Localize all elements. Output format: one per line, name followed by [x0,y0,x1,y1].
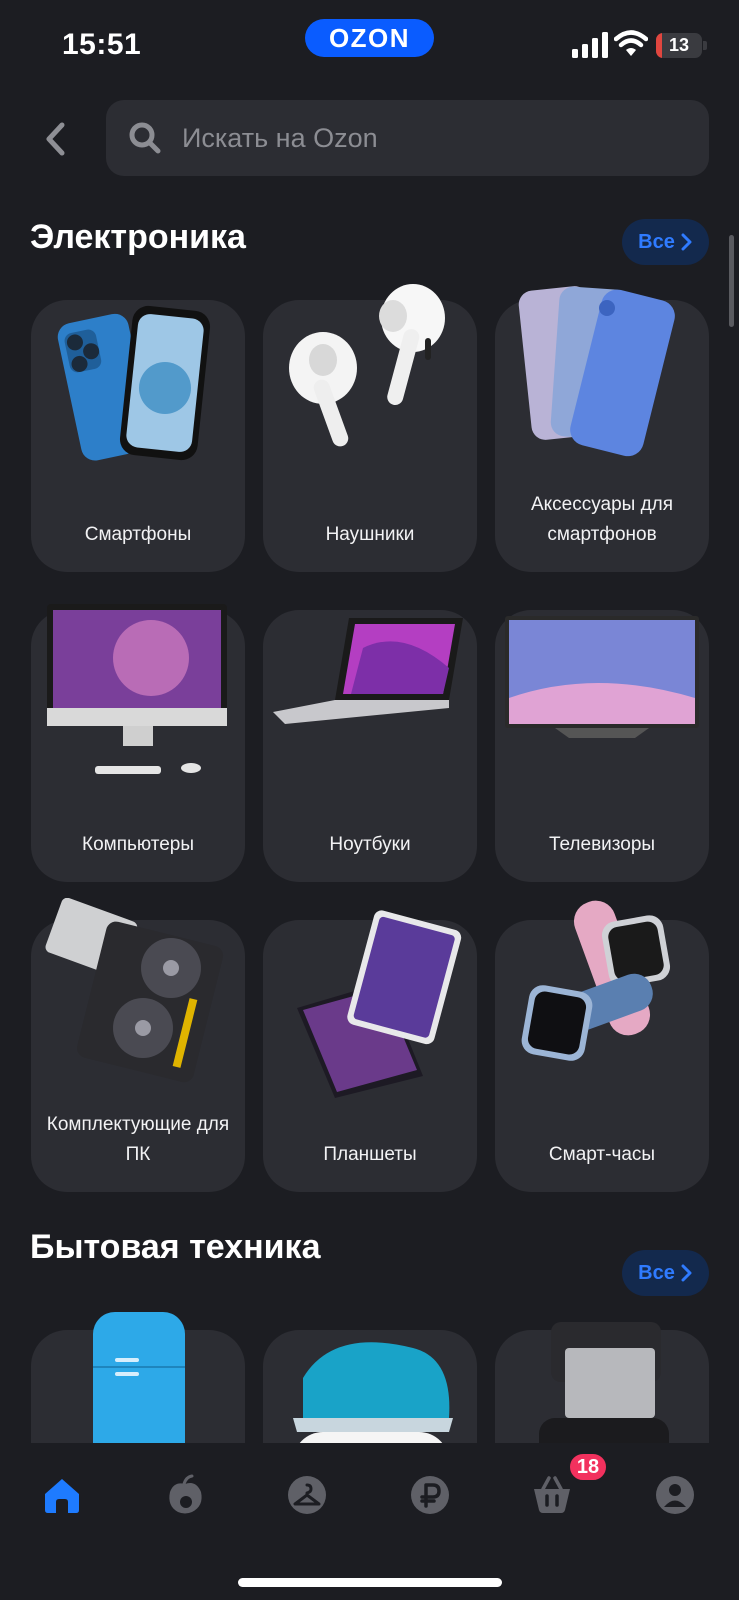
smartphones-image [57,305,211,461]
nav-finance[interactable] [406,1471,454,1519]
category-tile-smartwatches[interactable]: Смарт-часы [495,900,709,1192]
ozon-logo[interactable]: OZON [305,19,434,57]
fresh-icon [169,1474,202,1514]
category-tile-coffee-maker[interactable] [495,1322,709,1443]
battery-cap [703,41,707,50]
category-label: Наушники [325,524,415,545]
tablets-image [297,910,462,1098]
chevron-right-icon [681,1264,692,1282]
chevron-left-icon [46,122,65,156]
nav-home[interactable] [38,1471,86,1519]
nav-clothes[interactable] [283,1471,331,1519]
nav-profile[interactable] [651,1471,699,1519]
cellular-signal-icon [572,32,608,58]
category-label: Смарт-часы [548,1144,656,1165]
earbuds-image [289,284,445,447]
category-label: Ноутбуки [329,834,411,855]
section-title-electronics: Электроника [30,218,246,256]
ruble-icon [411,1476,449,1514]
category-tile-computers[interactable]: Компьютеры [31,604,245,882]
all-button-label: Все [638,1261,675,1284]
profile-icon [656,1476,694,1514]
section-title-appliances: Бытовая техника [30,1228,321,1266]
category-tile-pc-parts[interactable]: Комплектующие для ПК [31,898,245,1192]
clothes-hanger-icon [288,1476,326,1514]
battery-indicator: 13 [656,33,702,58]
search-input[interactable]: Искать на Ozon [106,100,709,176]
category-label: Телевизоры [548,834,656,855]
coffee-maker-image [539,1322,669,1443]
pc-parts-image [45,898,224,1083]
status-time: 15:51 [62,28,142,61]
search-icon [129,122,161,154]
home-icon [45,1479,79,1513]
category-tile-fridge[interactable] [31,1312,245,1443]
bottom-navigation: 18 [0,1443,739,1600]
electronics-all-button[interactable]: Все [622,219,709,265]
category-tile-iron[interactable] [263,1330,477,1443]
category-tile-tvs[interactable]: Телевизоры [495,610,709,882]
back-button[interactable] [34,114,76,164]
scrollbar[interactable] [729,235,734,327]
status-bar: 15:51 OZON 13 [0,0,739,88]
appliances-all-button[interactable]: Все [622,1250,709,1296]
category-tile-phone-accessories[interactable]: Аксессуары для смартфонов [495,286,709,572]
category-label: Компьютеры [82,834,194,855]
battery-level: 13 [668,35,690,55]
category-label: Смартфоны [84,524,192,545]
appliances-row [0,1300,739,1443]
cart-icon [534,1476,570,1513]
fridge-image [93,1312,185,1443]
iron-image [293,1342,453,1443]
desktop-computer-image [47,604,227,774]
home-indicator[interactable] [238,1578,502,1587]
chevron-right-icon [681,233,692,251]
smartwatch-image [521,900,671,1061]
tv-image [505,616,699,738]
nav-fresh[interactable] [161,1471,209,1519]
category-tile-earbuds[interactable]: Наушники [263,284,477,572]
search-placeholder: Искать на Ozon [182,122,378,153]
nav-cart[interactable] [528,1471,576,1519]
category-tile-laptops[interactable]: Ноутбуки [263,610,477,882]
category-label: Планшеты [323,1144,417,1165]
category-label: Аксессуары для смартфонов [530,494,674,545]
cart-count-badge: 18 [567,1451,609,1483]
category-label: Комплектующие для ПК [46,1114,230,1165]
category-tile-tablets[interactable]: Планшеты [263,910,477,1192]
all-button-label: Все [638,230,675,253]
phone-cases-image [518,286,675,457]
category-tile-smartphones[interactable]: Смартфоны [31,300,245,572]
laptop-image [273,618,463,724]
wifi-icon [614,30,648,56]
